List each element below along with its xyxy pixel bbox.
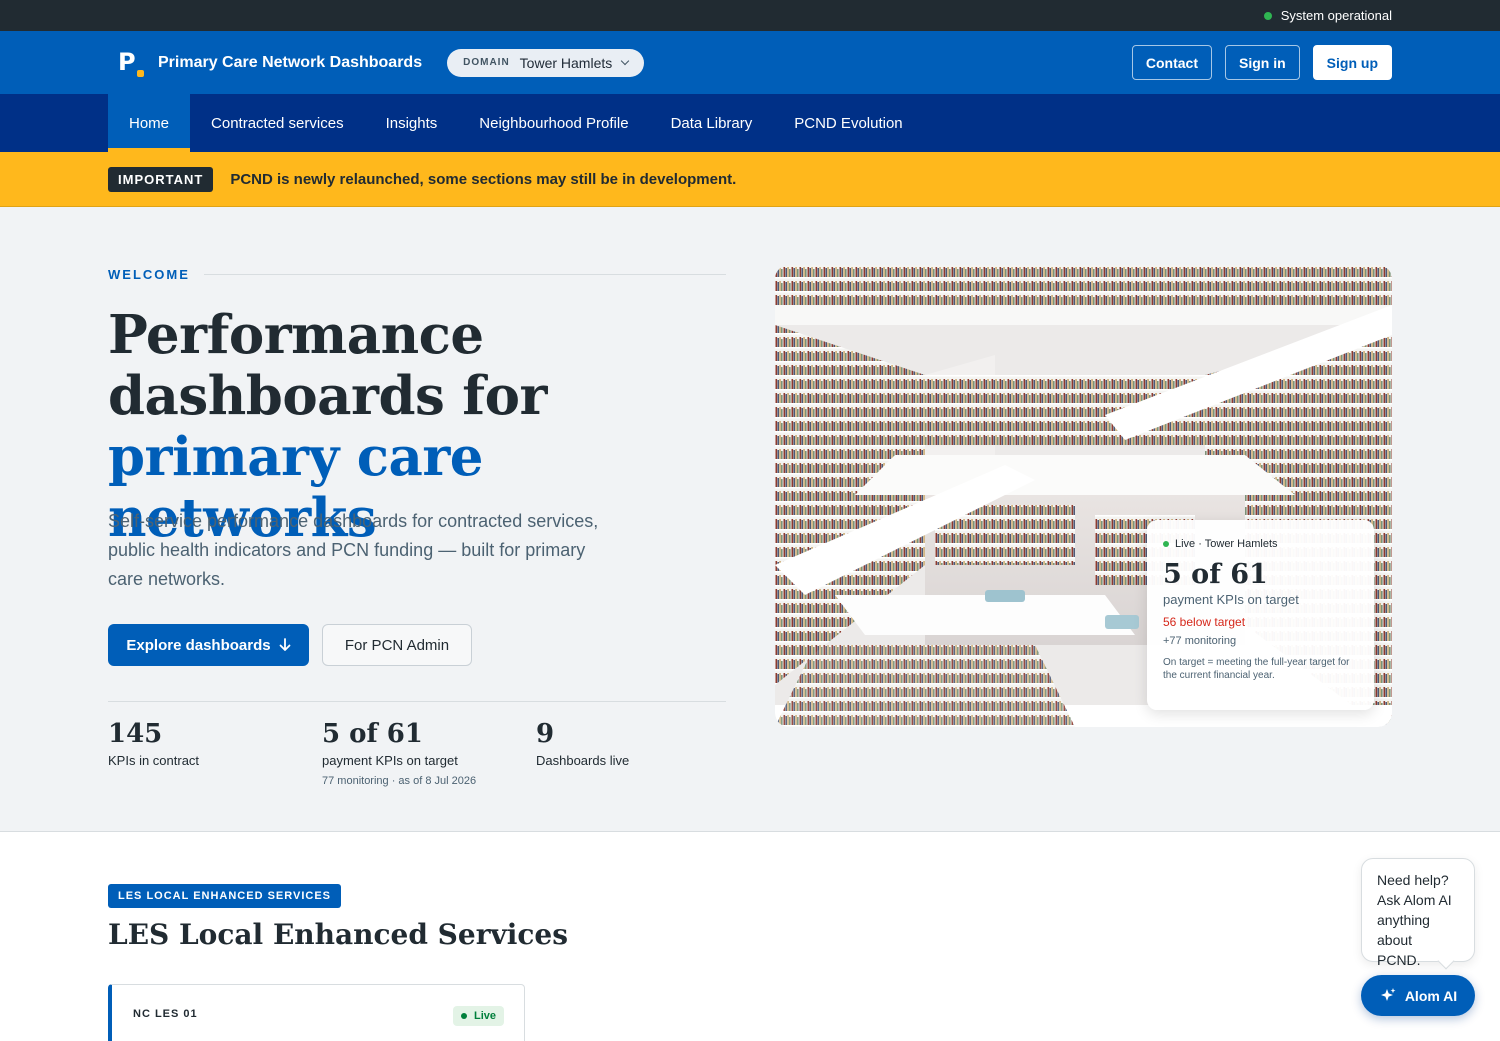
les-tag: LES LOCAL ENHANCED SERVICES — [108, 884, 342, 908]
card-value: 5 of 61 — [1163, 559, 1268, 590]
live-indicator-icon — [1163, 541, 1169, 547]
nav-item-data-library[interactable]: Data Library — [650, 94, 774, 152]
domain-label: DOMAIN — [463, 57, 510, 68]
header-actions: Contact Sign in Sign up — [1131, 45, 1392, 80]
les-section-title: LES Local Enhanced Services — [108, 918, 569, 951]
main-nav: Home Contracted services Insights Neighb… — [0, 94, 1500, 152]
system-status-text: System operational — [1280, 8, 1392, 23]
sparkle-icon — [1380, 987, 1396, 1001]
stat-payment-kpis: 5 of 61 payment KPIs on target 77 monito… — [322, 719, 476, 787]
stat-value: 5 of 61 — [322, 719, 423, 749]
les-section: LES LOCAL ENHANCED SERVICES LES Local En… — [0, 832, 1500, 1041]
stat-value: 9 — [536, 719, 555, 749]
welcome-row: WELCOME — [108, 267, 726, 282]
stats-divider — [108, 701, 726, 702]
stat-value: 145 — [108, 719, 163, 749]
hero-section: WELCOME Performance dashboards for prima… — [0, 207, 1500, 832]
logo-accent-icon — [137, 69, 144, 77]
les-card-code: NC LES 01 — [133, 1008, 198, 1020]
explore-dashboards-button[interactable]: Explore dashboards — [108, 624, 309, 666]
logo-letter: P — [118, 47, 136, 76]
domain-selector[interactable]: DOMAIN Tower Hamlets — [447, 48, 645, 77]
site-header: P Primary Care Network Dashboards DOMAIN… — [0, 31, 1500, 94]
hero-subtitle: Self-service performance dashboards for … — [108, 511, 599, 589]
nav-item-insights[interactable]: Insights — [365, 94, 459, 152]
arrow-down-icon — [279, 638, 291, 651]
card-label: payment KPIs on target — [1163, 592, 1299, 607]
alom-ai-button[interactable]: Alom AI — [1361, 975, 1475, 1016]
stat-kpis-in-contract: 145 KPIs in contract — [108, 719, 199, 768]
nav-item-contracted-services[interactable]: Contracted services — [190, 94, 365, 152]
stat-label: payment KPIs on target — [322, 753, 458, 768]
explore-dashboards-label: Explore dashboards — [126, 636, 271, 654]
nav-item-neighbourhood-profile[interactable]: Neighbourhood Profile — [458, 94, 649, 152]
site-logo[interactable]: P — [108, 47, 144, 79]
live-indicator-icon — [460, 1013, 467, 1019]
chevron-down-icon — [621, 56, 630, 65]
pcn-admin-button[interactable]: For PCN Admin — [322, 624, 472, 666]
card-monitoring: +77 monitoring — [1163, 635, 1237, 647]
important-tag: IMPORTANT — [108, 166, 214, 192]
divider — [203, 274, 726, 275]
sign-in-button[interactable]: Sign in — [1225, 45, 1300, 80]
system-status-bar: System operational — [0, 0, 1500, 31]
contact-button[interactable]: Contact — [1131, 45, 1212, 80]
welcome-eyebrow: WELCOME — [108, 267, 190, 282]
site-title[interactable]: Primary Care Network Dashboards — [158, 54, 422, 72]
title-plain: Performance dashboards for — [108, 304, 547, 427]
status-badge: Live — [452, 1006, 504, 1026]
stat-label: KPIs in contract — [108, 753, 200, 768]
stat-meta: 77 monitoring · as of 8 Jul 2026 — [322, 775, 477, 787]
status-badge-label: Live — [473, 1010, 496, 1022]
card-below-target: 56 below target — [1163, 615, 1246, 629]
important-banner: IMPORTANT PCND is newly relaunched, some… — [0, 152, 1500, 207]
card-footnote: On target = meeting the full-year target… — [1163, 657, 1350, 681]
stat-label: Dashboards live — [536, 753, 630, 768]
stat-dashboards-live: 9 Dashboards live — [536, 719, 629, 768]
help-bubble: Need help? Ask Alom AI anything about PC… — [1361, 858, 1475, 968]
les-service-card[interactable]: NC LES 01 Live — [108, 984, 525, 1041]
banner-message: PCND is newly relaunched, some sections … — [230, 170, 737, 188]
live-status-text: Live · Tower Hamlets — [1175, 538, 1278, 550]
live-summary-card: Live · Tower Hamlets 5 of 61 payment KPI… — [1147, 520, 1374, 710]
sign-up-button[interactable]: Sign up — [1312, 45, 1392, 80]
nav-item-home[interactable]: Home — [108, 94, 191, 152]
nav-item-pcnd-evolution[interactable]: PCND Evolution — [773, 94, 923, 152]
status-indicator-icon — [1263, 11, 1272, 20]
live-status: Live · Tower Hamlets — [1163, 538, 1358, 550]
domain-value: Tower Hamlets — [519, 54, 613, 71]
alom-ai-label: Alom AI — [1404, 987, 1458, 1004]
